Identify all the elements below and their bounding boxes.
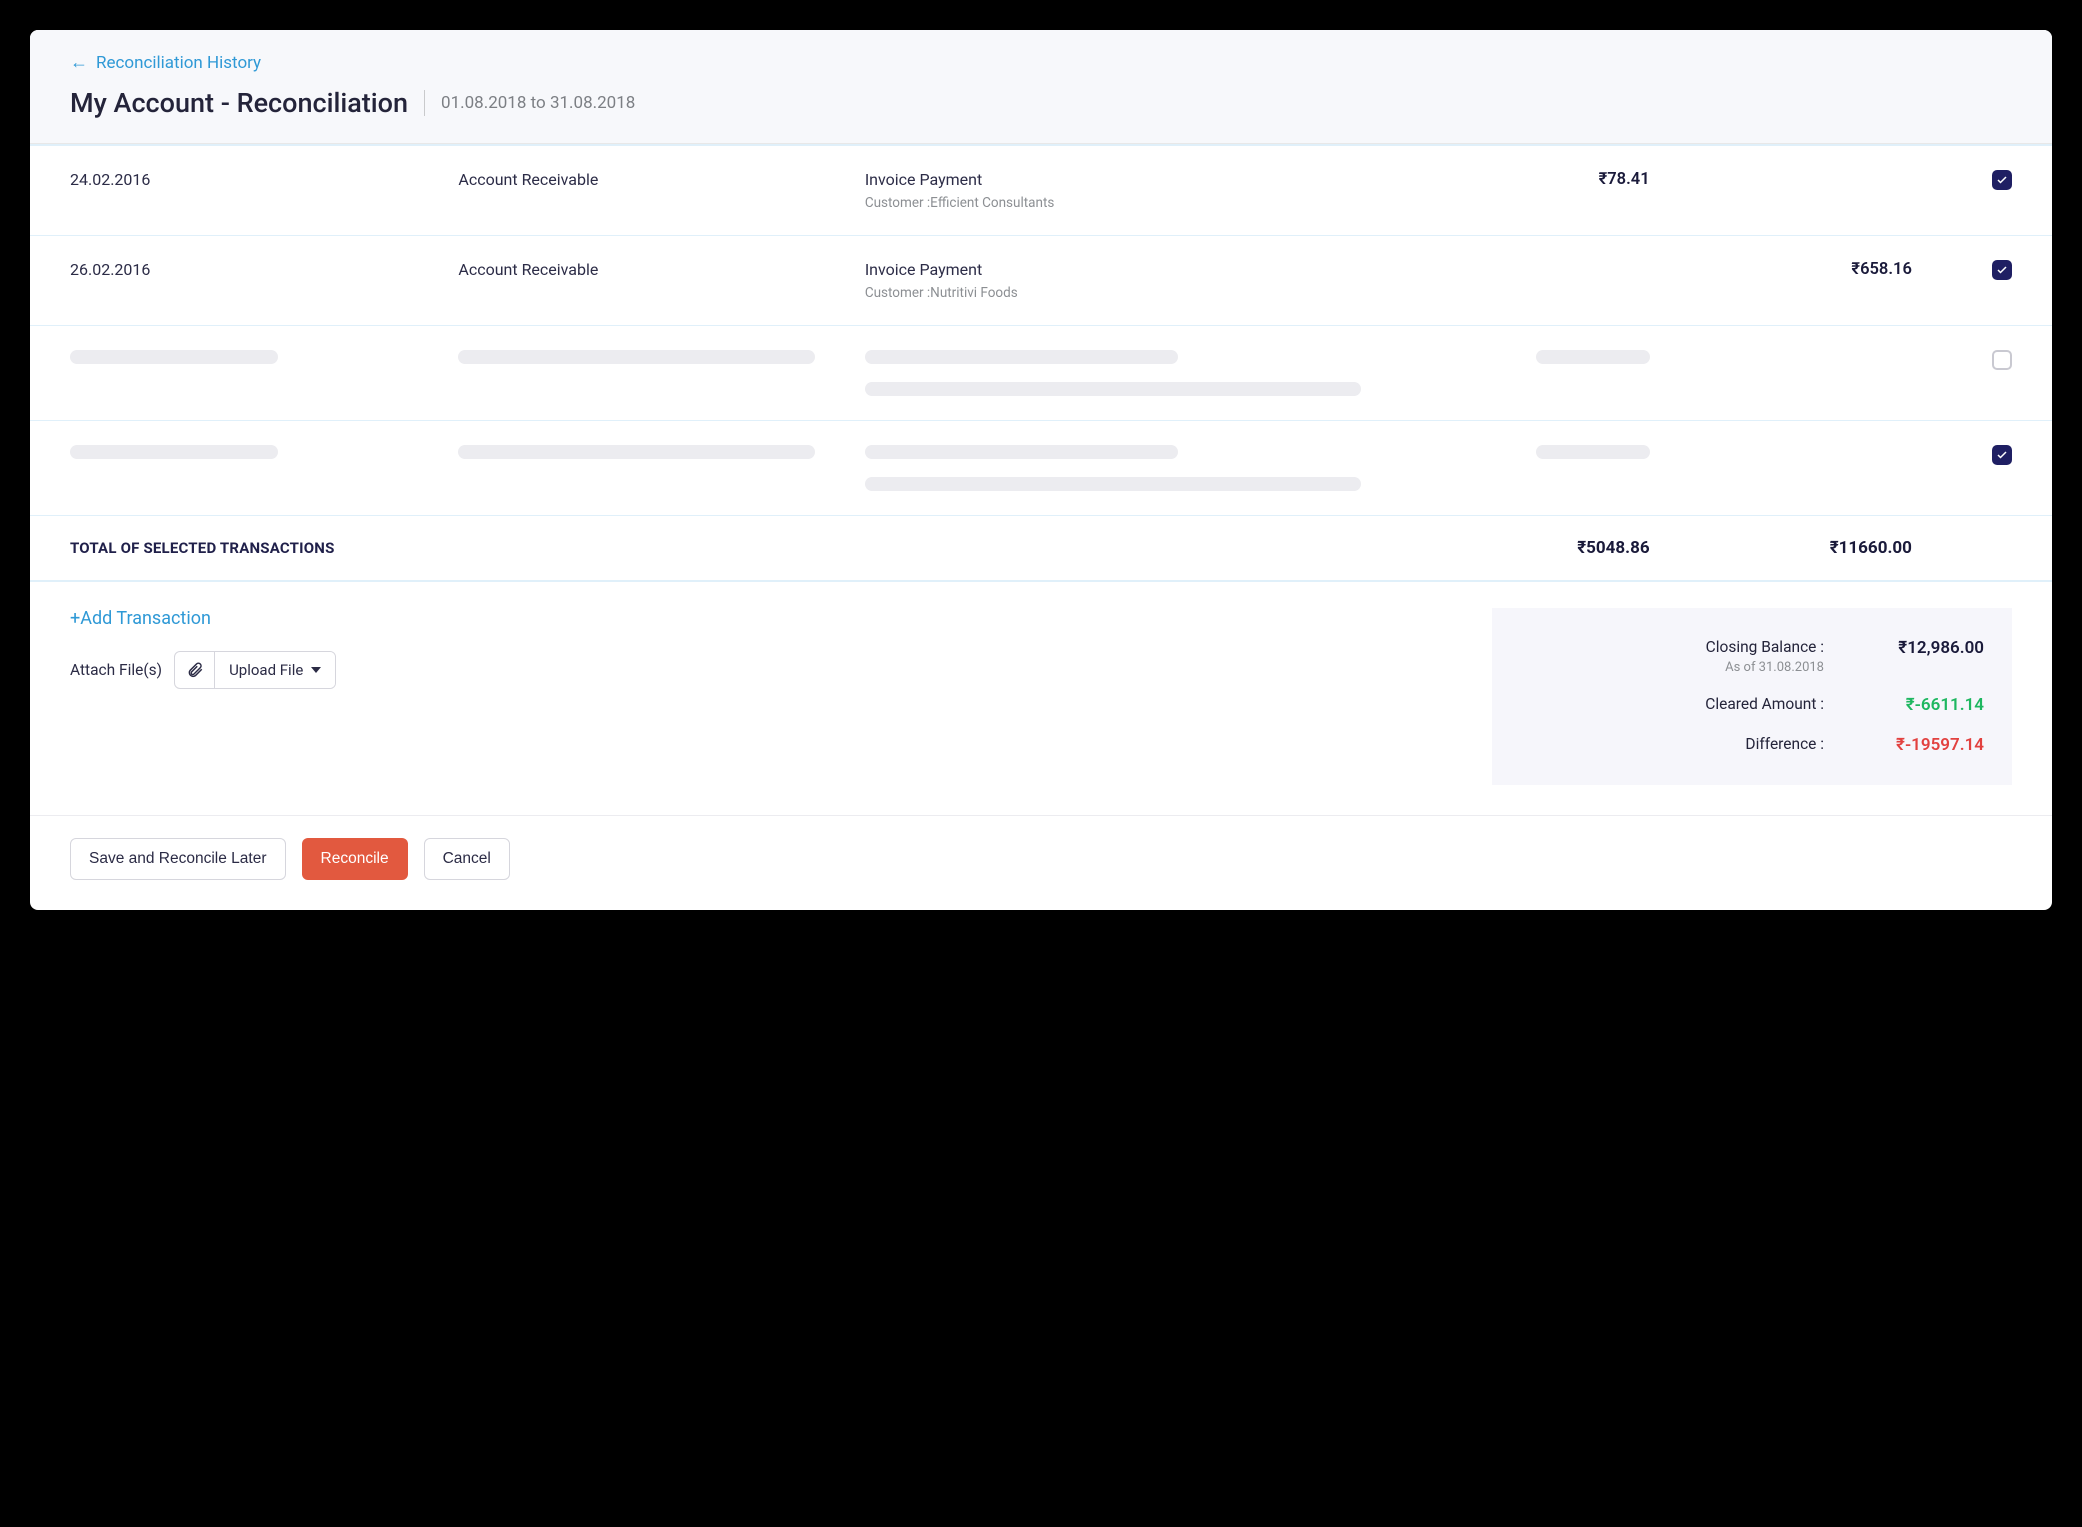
transaction-date: 26.02.2016: [70, 260, 448, 279]
upload-file-button[interactable]: Upload File: [215, 652, 335, 688]
paperclip-icon: [186, 661, 204, 679]
skeleton-placeholder: [865, 445, 1179, 459]
bottom-section: +Add Transaction Attach File(s) Upload F…: [30, 582, 2052, 815]
skeleton-placeholder: [458, 445, 815, 459]
closing-balance-value: ₹12,986.00: [1824, 638, 1984, 658]
transaction-row: 26.02.2016 Account Receivable Invoice Paym…: [30, 236, 2052, 326]
skeleton-placeholder: [70, 445, 278, 459]
skeleton-placeholder: [1536, 445, 1650, 459]
transaction-row: 24.02.2016 Account Receivable Invoice Paym…: [30, 146, 2052, 236]
check-icon: [1996, 174, 2008, 186]
upload-file-label: Upload File: [229, 661, 303, 679]
difference-label: Difference :: [1520, 735, 1824, 753]
attach-label: Attach File(s): [70, 661, 162, 679]
upload-group: Upload File: [174, 651, 336, 689]
back-link-label: Reconciliation History: [96, 53, 261, 73]
totals-amount-1: ₹5048.86: [1397, 538, 1649, 558]
difference-value: ₹-19597.14: [1824, 735, 1984, 755]
cancel-button[interactable]: Cancel: [424, 838, 510, 880]
skeleton-placeholder: [865, 382, 1361, 396]
transaction-type: Invoice Payment: [865, 260, 1388, 279]
title-divider: [424, 90, 425, 116]
check-icon: [1996, 264, 2008, 276]
skeleton-placeholder: [865, 350, 1179, 364]
transaction-checkbox[interactable]: [1992, 350, 2012, 370]
reconciliation-window: ← Reconciliation History My Account - Re…: [30, 30, 2052, 910]
transaction-type: Invoice Payment: [865, 170, 1388, 189]
transaction-list: 24.02.2016 Account Receivable Invoice Paym…: [30, 144, 2052, 516]
bottom-left: +Add Transaction Attach File(s) Upload F…: [70, 608, 1462, 689]
transaction-amount-2: ₹658.16: [1660, 260, 1912, 279]
summary-row-cleared: Cleared Amount : ₹-6611.14: [1520, 687, 1984, 723]
back-link[interactable]: ← Reconciliation History: [70, 52, 261, 73]
transaction-account: Account Receivable: [458, 170, 854, 189]
save-reconcile-later-button[interactable]: Save and Reconcile Later: [70, 838, 286, 880]
transaction-date: 24.02.2016: [70, 170, 448, 189]
attachment-icon-button[interactable]: [175, 652, 215, 688]
closing-balance-sub: As of 31.08.2018: [1520, 660, 1824, 675]
cleared-amount-label: Cleared Amount :: [1520, 695, 1824, 713]
summary-row-closing: Closing Balance : As of 31.08.2018 ₹12,9…: [1520, 630, 1984, 683]
page-header: ← Reconciliation History My Account - Re…: [30, 30, 2052, 144]
summary-row-difference: Difference : ₹-19597.14: [1520, 727, 1984, 763]
transaction-amount-1: ₹78.41: [1397, 170, 1649, 189]
summary-box: Closing Balance : As of 31.08.2018 ₹12,9…: [1492, 608, 2012, 785]
totals-row: TOTAL OF SELECTED TRANSACTIONS ₹5048.86 …: [30, 516, 2052, 582]
page-title: My Account - Reconciliation: [70, 87, 408, 119]
skeleton-placeholder: [865, 477, 1361, 491]
skeleton-placeholder: [458, 350, 815, 364]
transaction-row: [30, 421, 2052, 516]
check-icon: [1996, 449, 2008, 461]
reconcile-button[interactable]: Reconcile: [302, 838, 408, 880]
attach-row: Attach File(s) Upload File: [70, 651, 1462, 689]
transaction-customer: Customer :Nutritivi Foods: [865, 285, 1388, 301]
transaction-row: [30, 326, 2052, 421]
arrow-left-icon: ←: [70, 52, 88, 73]
transaction-account: Account Receivable: [458, 260, 854, 279]
caret-down-icon: [311, 667, 321, 673]
title-row: My Account - Reconciliation 01.08.2018 t…: [70, 87, 2012, 119]
skeleton-placeholder: [70, 350, 278, 364]
totals-label: TOTAL OF SELECTED TRANSACTIONS: [70, 539, 1387, 557]
transaction-checkbox[interactable]: [1992, 260, 2012, 280]
transaction-checkbox[interactable]: [1992, 445, 2012, 465]
cleared-amount-value: ₹-6611.14: [1824, 695, 1984, 715]
footer-actions: Save and Reconcile Later Reconcile Cance…: [30, 815, 2052, 910]
transaction-customer: Customer :Efficient Consultants: [865, 195, 1388, 211]
transaction-checkbox[interactable]: [1992, 170, 2012, 190]
add-transaction-link[interactable]: +Add Transaction: [70, 608, 211, 629]
totals-amount-2: ₹11660.00: [1660, 538, 1912, 558]
closing-balance-label: Closing Balance :: [1520, 638, 1824, 656]
date-range: 01.08.2018 to 31.08.2018: [441, 93, 635, 113]
skeleton-placeholder: [1536, 350, 1650, 364]
